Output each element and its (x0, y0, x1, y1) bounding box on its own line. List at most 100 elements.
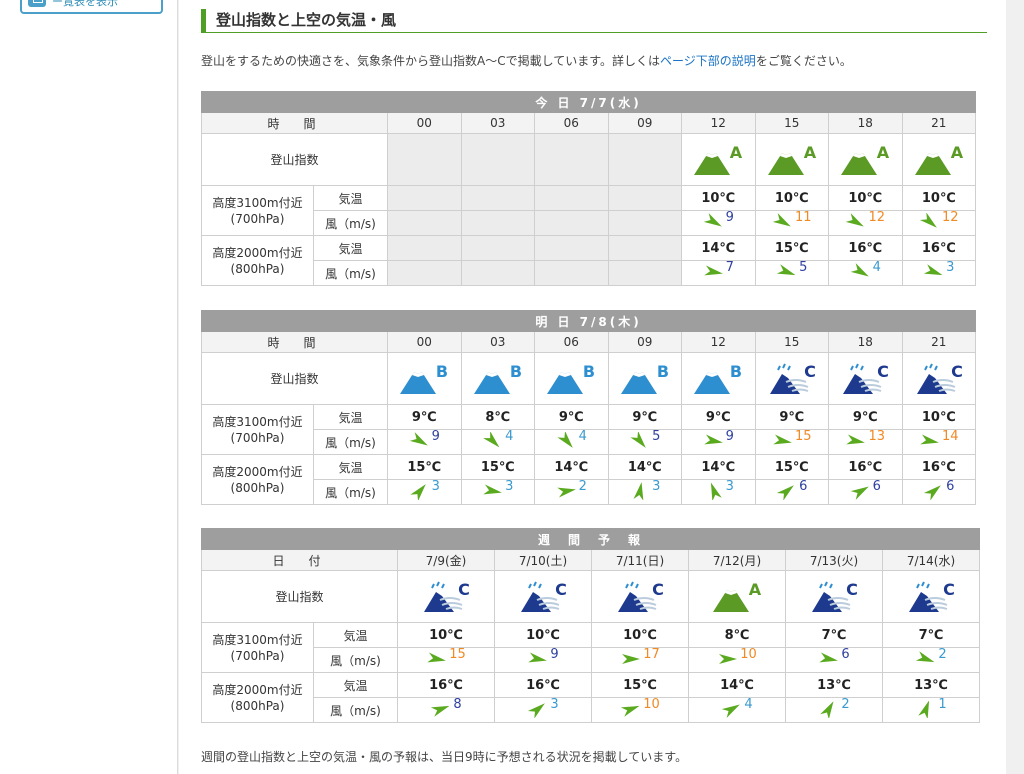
temp-value: 15℃ (774, 459, 809, 475)
mountain-index-a-icon: A (713, 580, 762, 612)
temp-value: 16℃ (921, 459, 956, 475)
index-label: 登山指数 (201, 352, 388, 405)
index-cell: C (881, 570, 981, 623)
mountain-index-c-icon: C (521, 580, 567, 612)
mountain-index-c-icon: C (424, 580, 470, 612)
wind-speed: 5 (799, 259, 808, 275)
svg-text:A: A (951, 143, 964, 162)
index-cell (460, 133, 535, 186)
wind-label: 風（m/s) (313, 429, 388, 455)
wind-arrow-icon (919, 212, 937, 228)
wind-label: 風（m/s) (313, 647, 398, 673)
temp-cell: 16℃ (828, 454, 903, 480)
wind-speed: 3 (550, 696, 559, 712)
wind-arrow-icon (703, 212, 722, 226)
wind-speed: 2 (841, 696, 850, 712)
index-cell: A (754, 133, 829, 186)
intro-after: をご覧ください。 (755, 54, 852, 68)
temp-value: 9℃ (705, 409, 731, 425)
temp-value: 15℃ (480, 459, 515, 475)
wind-speed: 3 (505, 478, 514, 494)
wind-arrow-icon (918, 700, 930, 718)
temp-cell: 14℃ (534, 454, 609, 480)
wind-value: 3 (409, 480, 440, 500)
wind-speed: 4 (872, 259, 881, 275)
wind-value: 2 (818, 696, 850, 718)
temp-value: 15℃ (774, 240, 809, 256)
hour-header: 12 (681, 112, 756, 134)
wind-speed: 10 (643, 696, 660, 712)
wind-value: 13 (845, 430, 885, 450)
index-cell: B (460, 352, 535, 405)
temp-value: 10℃ (526, 627, 560, 643)
altitude-label-700: 高度3100m付近 (700hPa) (201, 404, 314, 455)
hour-header: 00 (387, 331, 462, 353)
intro-before: 登山をするための快適さを、気象条件から登山指数A〜Cで掲載しています。詳しくは (201, 54, 661, 68)
temp-value: 16℃ (429, 677, 463, 693)
hour-header: 03 (460, 331, 535, 353)
wind-cell: 3 (607, 479, 682, 505)
explanation-link[interactable]: ページ下部の説明 (660, 54, 756, 68)
hour-header: 09 (607, 112, 682, 134)
mountain-index-c-icon: C (909, 580, 955, 612)
temp-cell: 9℃ (607, 404, 682, 430)
hour-header: 21 (901, 331, 977, 353)
wind-cell: 15 (397, 647, 495, 673)
index-cell: C (785, 570, 883, 623)
wind-speed: 4 (578, 428, 587, 444)
weekly-footnote: 週間の登山指数と上空の気温・風の予報は、当日9時に予想される状況を掲載しています… (201, 750, 688, 764)
date-header: 7/12(月) (688, 549, 786, 571)
hour-header: 09 (607, 331, 682, 353)
altitude-name: 高度2000m付近 (212, 682, 303, 697)
temp-value: 10℃ (429, 627, 463, 643)
wind-cell: 3 (901, 260, 977, 286)
temp-cell: 9℃ (534, 404, 609, 430)
temp-value: 13℃ (914, 677, 948, 693)
wind-value: 12 (845, 211, 885, 231)
table-title: 週 間 予 報 (200, 528, 981, 550)
wind-arrow-icon (633, 481, 644, 500)
temp-value: 15℃ (407, 459, 442, 475)
wind-cell (460, 210, 535, 236)
wind-speed: 9 (725, 209, 734, 225)
altitude-label-800: 高度2000m付近 (800hPa) (201, 454, 314, 505)
wind-speed: 12 (942, 209, 959, 225)
hour-header: 06 (534, 112, 609, 134)
wind-cell (460, 260, 535, 286)
wind-value: 4 (850, 259, 881, 281)
wind-value: 5 (776, 259, 808, 281)
svg-text:A: A (804, 143, 817, 162)
svg-text:C: C (846, 580, 858, 599)
wind-speed: 2 (938, 646, 947, 662)
index-cell: C (828, 352, 903, 405)
table-title: 今 日 7/7(水) (200, 91, 977, 113)
mountain-index-b-icon: B (620, 362, 669, 394)
date-header: 7/11(日) (591, 549, 689, 571)
wind-cell: 6 (754, 479, 829, 505)
temp-cell: 10℃ (901, 185, 977, 211)
temp-cell: 9℃ (387, 404, 462, 430)
section-title: 登山指数と上空の気温・風 (201, 9, 987, 33)
wind-arrow-icon (431, 705, 450, 717)
wind-value: 3 (629, 480, 660, 500)
intro-text: 登山をするための快適さを、気象条件から登山指数A〜Cで掲載しています。詳しくはペ… (201, 52, 852, 69)
wind-cell: 4 (688, 697, 786, 723)
temp-cell: 15℃ (754, 454, 829, 480)
wind-value: 6 (923, 480, 954, 500)
date-header: 7/10(土) (494, 549, 592, 571)
wind-cell: 5 (754, 259, 829, 286)
hour-header: 15 (754, 112, 829, 134)
temp-cell: 9℃ (681, 404, 756, 430)
wind-speed: 6 (872, 478, 881, 494)
temp-value: 14℃ (701, 459, 736, 475)
wind-cell (534, 210, 609, 236)
wind-arrow-icon (703, 434, 723, 444)
wind-value: 5 (629, 430, 660, 450)
table-view-button[interactable]: ー覧表を表示 (20, 0, 163, 14)
mountain-index-c-icon: C (812, 580, 858, 612)
svg-text:B: B (730, 362, 742, 381)
wind-cell: 2 (785, 696, 883, 723)
wind-cell: 9 (681, 429, 756, 455)
index-cell: B (681, 352, 756, 405)
wind-cell: 9 (681, 209, 756, 236)
